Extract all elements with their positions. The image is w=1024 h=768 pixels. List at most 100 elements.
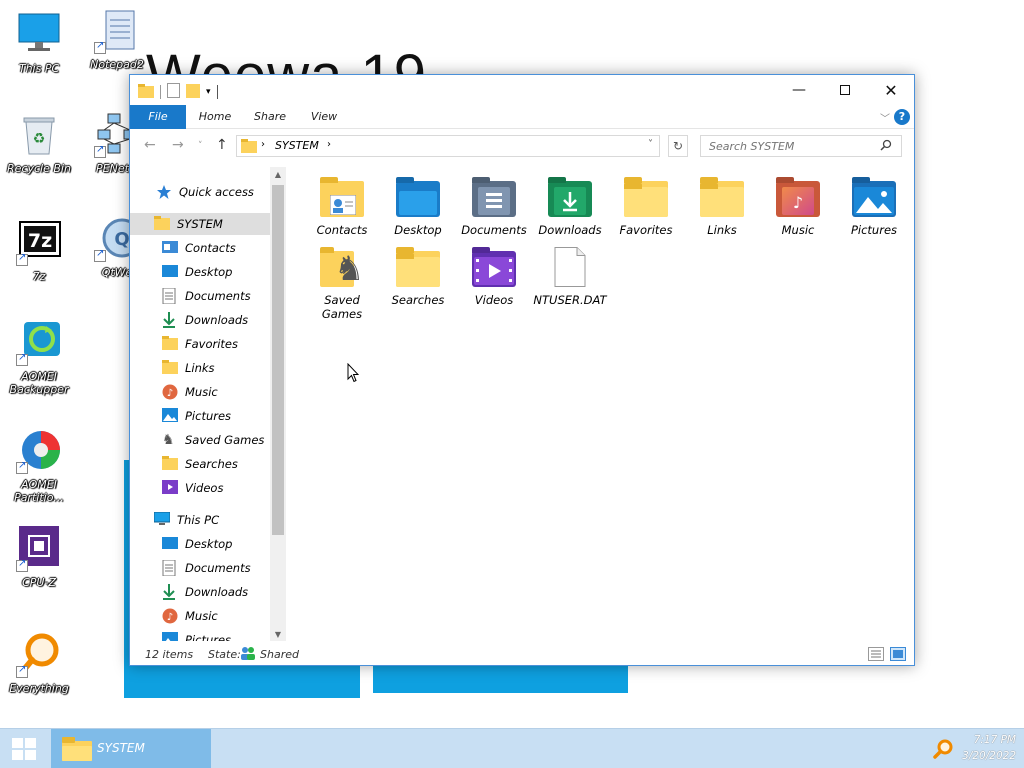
item-music[interactable]: ♪ Music (760, 177, 836, 237)
shortcut-arrow-icon (16, 460, 28, 474)
address-dropdown-icon[interactable]: ˅ (648, 139, 653, 150)
tab-home[interactable]: Home (192, 105, 238, 129)
search-icon[interactable] (880, 139, 892, 154)
nav-favorites[interactable]: Favorites (130, 333, 270, 355)
nav-downloads[interactable]: Downloads (130, 309, 270, 331)
clock-date: 3/20/2022 (962, 750, 1016, 762)
nav-pc-pictures[interactable]: Pictures (130, 629, 270, 641)
tab-file[interactable]: File (130, 105, 186, 129)
nav-pictures[interactable]: Pictures (130, 405, 270, 427)
separator (216, 85, 218, 99)
item-favorites[interactable]: Favorites (608, 177, 684, 237)
item-ntuser-dat[interactable]: NTUSER.DAT (532, 247, 608, 307)
everything-search-icon (16, 632, 62, 678)
folder-icon (241, 139, 257, 156)
videos-icon (162, 480, 178, 496)
svg-text:♻: ♻ (33, 131, 46, 147)
nav-documents[interactable]: Documents (130, 285, 270, 307)
breadcrumb-chevron-icon[interactable]: › (327, 139, 331, 150)
item-searches[interactable]: Searches (380, 247, 456, 307)
nav-contacts[interactable]: Contacts (130, 237, 270, 259)
breadcrumb-system[interactable]: SYSTEM (275, 139, 319, 152)
folder-icon (138, 83, 154, 101)
state-value: Shared (260, 648, 299, 661)
scroll-up-icon[interactable]: ▲ (272, 169, 284, 181)
music-note-icon: ♪ (162, 608, 178, 624)
minimize-button[interactable]: — (776, 75, 822, 105)
nav-pc-music[interactable]: ♪ Music (130, 605, 270, 627)
everything-search-icon[interactable] (933, 739, 953, 762)
svg-text:Q: Q (114, 229, 129, 250)
item-contacts[interactable]: Contacts (304, 177, 380, 237)
pictures-icon (162, 408, 178, 424)
nav-pc-downloads[interactable]: Downloads (130, 581, 270, 603)
svg-text:7z: 7z (28, 230, 52, 252)
nav-desktop[interactable]: Desktop (130, 261, 270, 283)
close-button[interactable]: ✕ (868, 75, 914, 105)
help-button[interactable]: ? (894, 109, 910, 125)
taskbar-item-system[interactable]: SYSTEM (51, 729, 211, 768)
star-icon (156, 184, 172, 200)
explorer-window: ▾ — ✕ File Home Share View ﹀ ? ← → ˅ ↑ ›… (129, 74, 915, 666)
shortcut-arrow-icon (16, 252, 28, 266)
new-folder-icon[interactable] (186, 83, 200, 101)
item-downloads[interactable]: Downloads (532, 177, 608, 237)
desktop-icon-label: CPU-Z (22, 576, 56, 589)
desktop-icon-aomei-backupper[interactable]: AOMEI Backupper (1, 320, 77, 396)
nav-this-pc[interactable]: This PC (130, 509, 270, 531)
nav-scrollbar-thumb[interactable] (272, 185, 284, 535)
nav-videos[interactable]: Videos (130, 477, 270, 499)
item-desktop[interactable]: Desktop (380, 177, 456, 237)
notepad-icon (94, 8, 140, 54)
item-links[interactable]: Links (684, 177, 760, 237)
music-note-icon: ♪ (162, 384, 178, 400)
desktop-icon-aomei-partition[interactable]: AOMEI Partitio... (1, 428, 77, 504)
file-icon (548, 247, 592, 287)
nav-saved-games[interactable]: ♞ Saved Games (130, 429, 270, 451)
wallpaper-block-bottom-left (124, 664, 360, 698)
svg-text:♪: ♪ (793, 193, 803, 212)
expand-ribbon-icon[interactable]: ﹀ (880, 110, 890, 125)
properties-icon[interactable] (167, 83, 180, 101)
nav-searches[interactable]: Searches (130, 453, 270, 475)
back-arrow-icon[interactable]: ← (144, 137, 156, 153)
documents-folder-icon (472, 177, 516, 217)
item-videos[interactable]: Videos (456, 247, 532, 307)
breadcrumb-chevron-icon[interactable]: › (261, 139, 265, 150)
address-bar[interactable]: › SYSTEM › ˅ (236, 135, 660, 157)
nav-music[interactable]: ♪ Music (130, 381, 270, 403)
taskbar-clock[interactable]: 7:17 PM 3/20/2022 (962, 732, 1016, 764)
tab-view[interactable]: View (302, 105, 346, 129)
desktop-icon-this-pc[interactable]: This PC (1, 12, 77, 75)
nav-system[interactable]: SYSTEM (130, 213, 270, 235)
maximize-button[interactable] (822, 75, 868, 105)
title-bar[interactable]: ▾ — ✕ (130, 75, 914, 105)
item-documents[interactable]: Documents (456, 177, 532, 237)
windows-start-icon[interactable] (12, 738, 36, 763)
recent-locations-chevron-icon[interactable]: ˅ (198, 141, 203, 151)
customize-toolbar-icon[interactable]: ▾ (206, 87, 211, 97)
scroll-down-icon[interactable]: ▼ (272, 629, 284, 641)
nav-links[interactable]: Links (130, 357, 270, 379)
monitor-icon (153, 511, 171, 528)
desktop-icon-7z[interactable]: 7z 7z (1, 220, 77, 283)
nav-pc-desktop[interactable]: Desktop (130, 533, 270, 555)
refresh-button[interactable]: ↻ (668, 135, 688, 157)
desktop-icon-everything[interactable]: Everything (1, 632, 77, 695)
search-input[interactable] (700, 135, 902, 157)
desktop-icon-notepad2[interactable]: Notepad2 (79, 8, 155, 71)
up-arrow-icon[interactable]: ↑ (216, 137, 228, 153)
shortcut-arrow-icon (94, 248, 106, 262)
desktop-icon-cpu-z[interactable]: CPU-Z (1, 526, 77, 589)
nav-pc-documents[interactable]: Documents (130, 557, 270, 579)
taskbar-item-label: SYSTEM (97, 741, 145, 755)
item-saved-games[interactable]: ♞ Saved Games (304, 247, 380, 321)
item-pictures[interactable]: Pictures (836, 177, 912, 237)
forward-arrow-icon[interactable]: → (172, 137, 184, 153)
nav-quick-access[interactable]: Quick access (130, 181, 270, 203)
desktop-icon-recycle-bin[interactable]: ♻ Recycle Bin (1, 112, 77, 175)
tab-share[interactable]: Share (246, 105, 294, 129)
large-icons-view-icon[interactable] (890, 647, 906, 664)
details-view-icon[interactable] (868, 647, 884, 664)
cpu-z-icon (16, 526, 62, 572)
